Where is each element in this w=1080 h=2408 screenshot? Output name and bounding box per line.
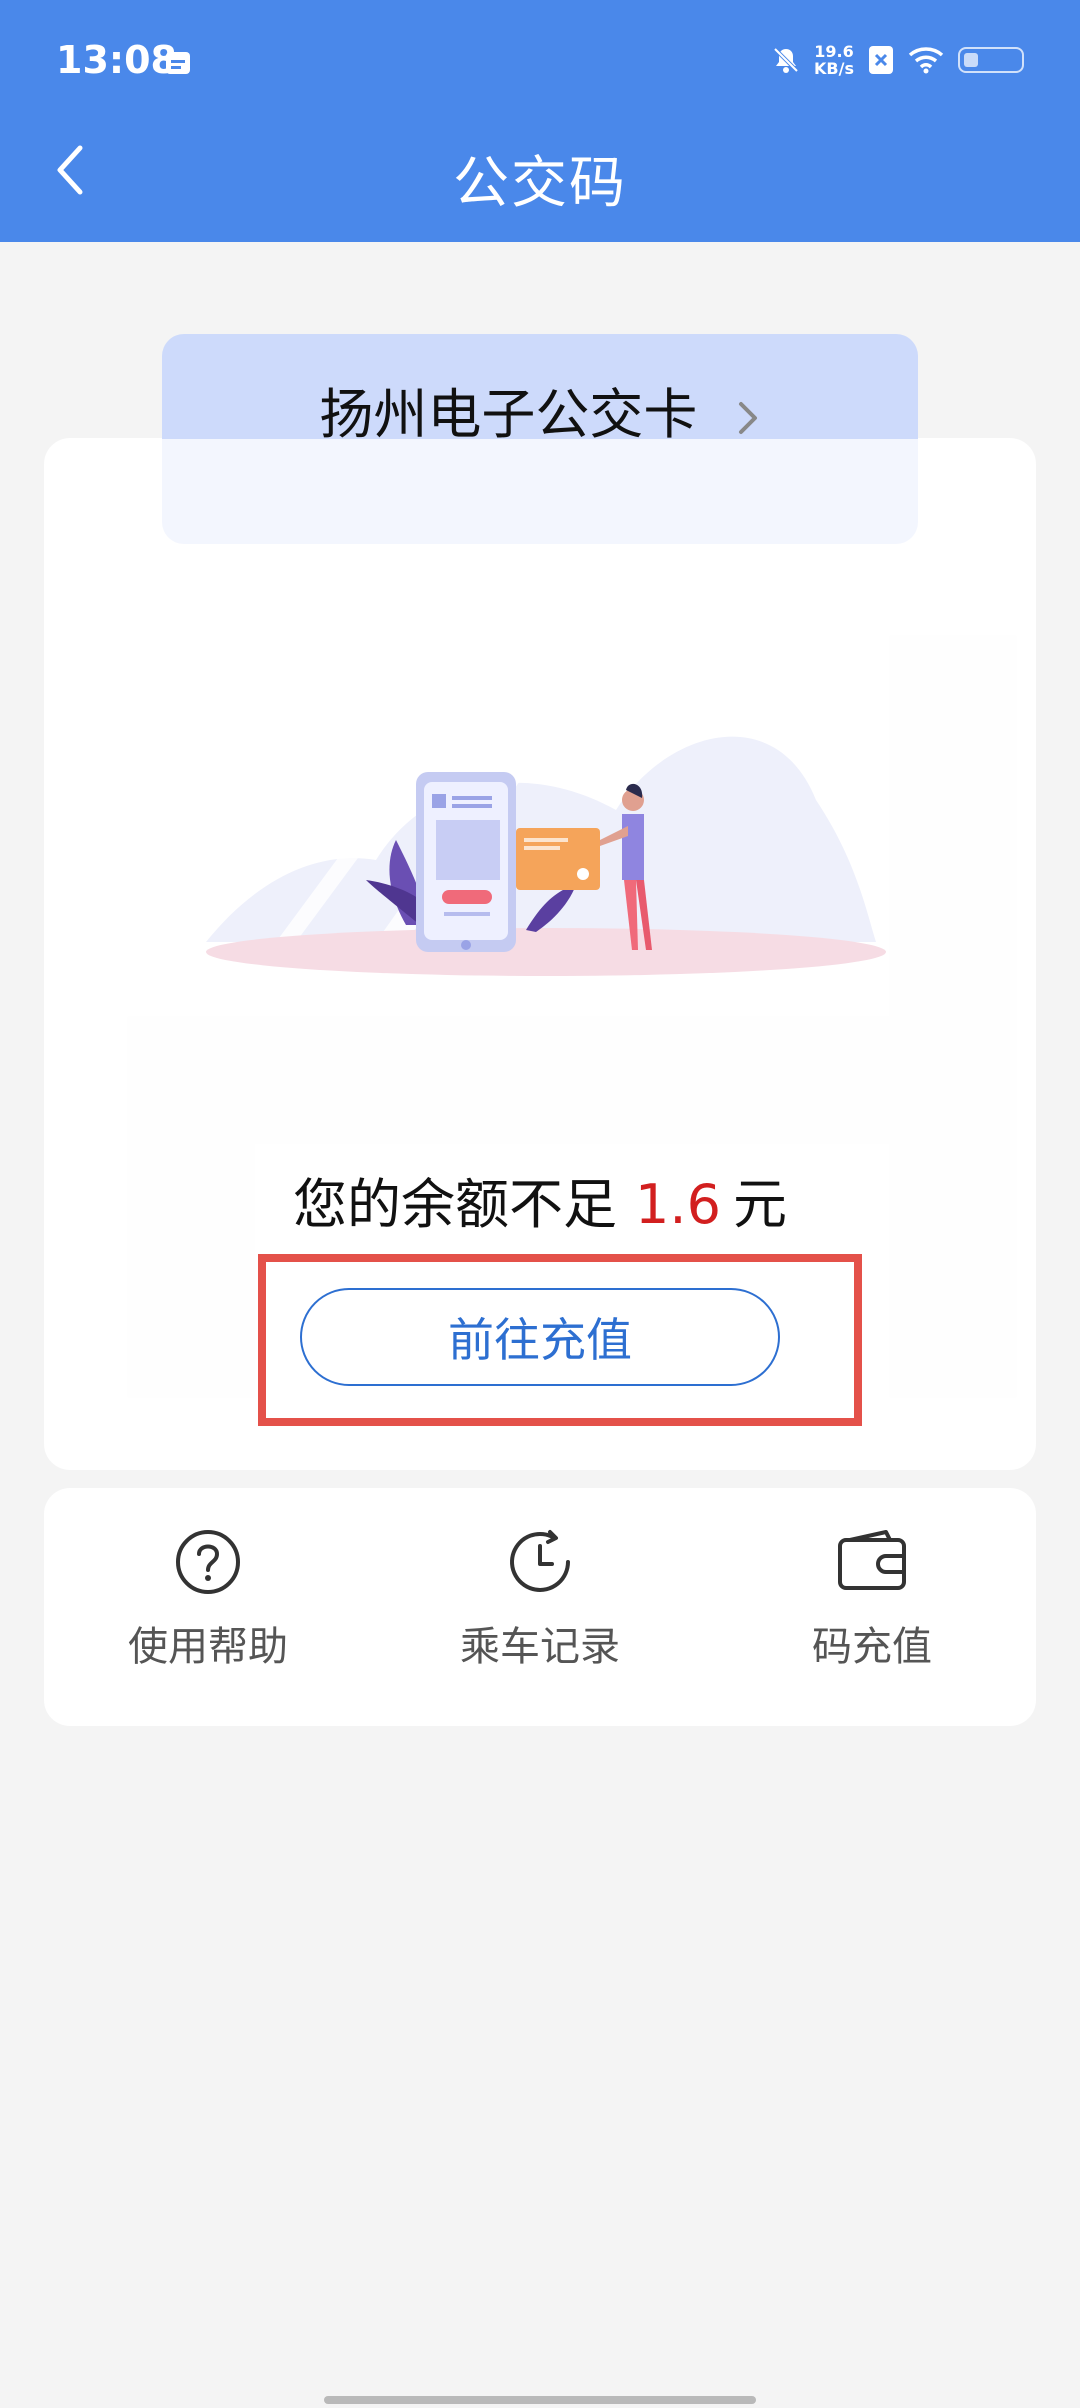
home-indicator[interactable] <box>324 2396 756 2404</box>
card-selector[interactable]: 扬州电子公交卡 <box>162 334 918 544</box>
payment-illustration <box>206 730 886 976</box>
code-recharge-button[interactable]: 码充值 <box>742 1528 1002 1672</box>
usage-help-button[interactable]: 使用帮助 <box>78 1528 338 1672</box>
net-speed-unit: KB/s <box>814 59 854 78</box>
sim-x-icon <box>869 46 893 74</box>
go-recharge-button[interactable]: 前往充值 <box>300 1288 780 1386</box>
clock-history-icon <box>510 1530 570 1592</box>
mute-bell-icon <box>773 47 799 73</box>
battery-icon <box>958 47 1024 73</box>
usage-help-label: 使用帮助 <box>128 1624 288 1670</box>
balance-prefix: 您的余额不足 <box>293 1173 618 1236</box>
status-time: 13:08 <box>56 38 177 82</box>
calendar-notification-icon <box>166 52 190 74</box>
balance-message: 您的余额不足 1.6 元 <box>0 1160 1080 1239</box>
balance-amount: 1.6 <box>635 1173 721 1236</box>
app-header: 13:08 19.6 KB/s 公交码 <box>0 0 1080 242</box>
wallet-icon <box>838 1530 906 1590</box>
help-circle-icon <box>176 1530 240 1594</box>
ride-records-label: 乘车记录 <box>460 1624 620 1670</box>
wifi-icon <box>908 47 944 74</box>
code-recharge-label: 码充值 <box>812 1624 932 1670</box>
go-recharge-label: 前往充值 <box>448 1313 632 1367</box>
chevron-right-icon <box>738 402 757 435</box>
net-speed: 19.6 KB/s <box>814 43 854 77</box>
status-icons: 19.6 KB/s <box>772 40 1024 80</box>
page-title: 公交码 <box>453 151 627 216</box>
card-selector-label: 扬州电子公交卡 <box>319 383 698 446</box>
balance-unit: 元 <box>732 1173 787 1236</box>
net-speed-value: 19.6 <box>814 42 854 61</box>
ride-records-button[interactable]: 乘车记录 <box>410 1528 670 1672</box>
